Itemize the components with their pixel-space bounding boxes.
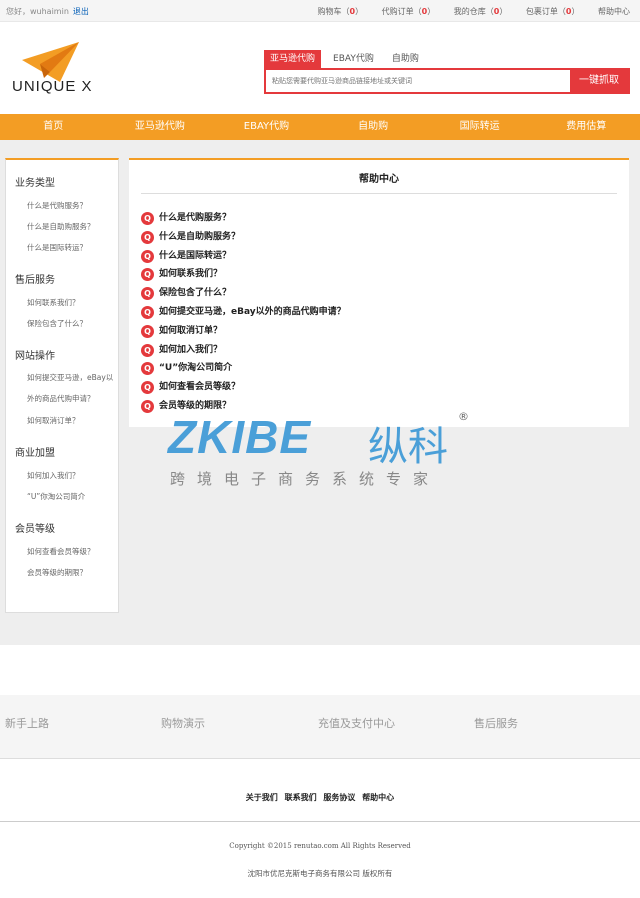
- company-name: 沈阳市优尼克斯电子商务有限公司 版权所有: [247, 869, 393, 878]
- terms-link[interactable]: 服务协议: [323, 793, 355, 802]
- sidebar-link[interactable]: 什么是代购服务？: [15, 200, 118, 211]
- sidebar-link[interactable]: 什么是自助购服务？: [15, 221, 118, 232]
- logo[interactable]: UNIQUE X: [12, 42, 102, 102]
- footer-col-payment[interactable]: 充值及支付中心: [318, 715, 395, 731]
- sidebar-link[interactable]: 如何查看会员等级？: [15, 546, 118, 557]
- watermark-cn: 纵科: [368, 424, 448, 470]
- question-search-icon: Q: [141, 249, 154, 263]
- nav-forwarding[interactable]: 国际转运: [426, 114, 533, 140]
- faq-item[interactable]: Q 如何查看会员等级？: [141, 381, 346, 400]
- about-link[interactable]: 关于我们: [246, 793, 278, 802]
- faq-item[interactable]: Q 什么是自助购服务？: [141, 230, 346, 250]
- top-links: 购物车（0） 代购订单（0） 我的仓库（0） 包裹订单（0） 帮助中心: [302, 6, 631, 17]
- tab-ebay[interactable]: EBAY代购: [327, 50, 380, 68]
- sidebar-group-site-ops: 网站操作 如何提交亚马逊，eBay以外的商品代购申请？ 如何取消订单？: [6, 347, 118, 426]
- greeting-text: 您好，wuhaimin: [6, 7, 69, 16]
- purchase-orders-link[interactable]: 代购订单（0）: [382, 7, 436, 16]
- faq-item[interactable]: Q 什么是国际转运？: [141, 249, 346, 269]
- registered-mark: ®: [458, 410, 469, 423]
- question-search-icon: Q: [141, 324, 154, 338]
- tab-self-purchase[interactable]: 自助购: [386, 50, 425, 68]
- faq-item[interactable]: Q “U”你淘公司简介: [141, 362, 346, 381]
- help-content: 帮助中心 Q 什么是代购服务？ Q 什么是自助购服务？ Q 什么是国际转运？ Q 如何联…: [129, 158, 629, 427]
- sidebar-link[interactable]: 如何加入我们？: [15, 470, 118, 481]
- nav-home[interactable]: 首页: [0, 114, 107, 140]
- question-search-icon: Q: [141, 343, 154, 357]
- top-bar: 您好，wuhaimin 退出 购物车（0） 代购订单（0） 我的仓库（0） 包裹订…: [0, 0, 640, 22]
- sidebar-title: 网站操作: [15, 351, 55, 362]
- question-search-icon: Q: [141, 362, 154, 376]
- footer-divider: [0, 821, 640, 822]
- faq-list: Q 什么是代购服务？ Q 什么是自助购服务？ Q 什么是国际转运？ Q 如何联系我们？ …: [141, 212, 346, 419]
- sidebar-link[interactable]: 如何联系我们？: [15, 297, 118, 308]
- question-search-icon: Q: [141, 399, 154, 413]
- greeting: 您好，wuhaimin 退出: [6, 6, 89, 17]
- faq-item[interactable]: Q 如何取消订单？: [141, 324, 346, 344]
- paper-plane-icon: [22, 42, 79, 82]
- search-input[interactable]: [266, 70, 570, 92]
- logout-link[interactable]: 退出: [73, 7, 89, 16]
- help-center-link[interactable]: 帮助中心: [598, 7, 630, 16]
- sidebar-title: 售后服务: [15, 275, 55, 286]
- sidebar-group-franchise: 商业加盟 如何加入我们？ “U”你淘公司简介: [6, 444, 118, 502]
- nav-self-purchase[interactable]: 自助购: [320, 114, 427, 140]
- header: UNIQUE X 亚马逊代购 EBAY代购 自助购 一键抓取: [0, 22, 640, 114]
- search-tabs: 亚马逊代购 EBAY代购 自助购: [264, 50, 431, 68]
- nav-amazon[interactable]: 亚马逊代购: [107, 114, 214, 140]
- question-search-icon: Q: [141, 305, 154, 319]
- question-search-icon: Q: [141, 287, 154, 301]
- faq-item[interactable]: Q 如何加入我们？: [141, 343, 346, 363]
- faq-item[interactable]: Q 保险包含了什么？: [141, 287, 346, 306]
- sidebar-group-after-sales: 售后服务 如何联系我们？ 保险包含了什么？: [6, 271, 118, 329]
- watermark-brand: ZKIBE: [168, 411, 311, 463]
- question-search-icon: Q: [141, 381, 154, 395]
- faq-item[interactable]: Q 如何联系我们？: [141, 268, 346, 287]
- footer-columns: 新手上路 购物演示 充值及支付中心 售后服务: [0, 695, 640, 759]
- sidebar-title: 业务类型: [15, 178, 55, 189]
- nav-cost-estimate[interactable]: 费用估算: [533, 114, 640, 140]
- watermark: ZKIBE 纵科 ® 跨境电子商务系统专家: [168, 410, 478, 495]
- faq-item[interactable]: Q 什么是代购服务？: [141, 212, 346, 231]
- sidebar-link[interactable]: 什么是国际转运？: [15, 242, 118, 253]
- warehouse-link[interactable]: 我的仓库（0）: [454, 7, 508, 16]
- sidebar-title: 会员等级: [15, 524, 55, 535]
- copyright: Copyright ©2015 renutao.com All Rights R…: [229, 842, 411, 850]
- question-search-icon: Q: [141, 212, 154, 225]
- sidebar-link[interactable]: 如何取消订单？: [15, 415, 118, 426]
- footer-col-newbie[interactable]: 新手上路: [5, 715, 49, 731]
- bottom-links: 关于我们 联系我们 服务协议 帮助中心: [0, 792, 640, 803]
- logo-text: UNIQUE X: [12, 78, 93, 95]
- watermark-slogan: 跨境电子商务系统专家: [170, 470, 441, 488]
- sidebar-link[interactable]: 会员等级的期限？: [15, 567, 118, 578]
- package-orders-link[interactable]: 包裹订单（0）: [526, 7, 580, 16]
- cart-link[interactable]: 购物车（0）: [318, 7, 364, 16]
- contact-link[interactable]: 联系我们: [285, 793, 317, 802]
- sidebar-link[interactable]: 如何提交亚马逊，eBay以外的商品代购申请？: [15, 367, 118, 409]
- help-link[interactable]: 帮助中心: [362, 793, 394, 802]
- page-title: 帮助中心: [141, 160, 617, 194]
- sidebar-title: 商业加盟: [15, 448, 55, 459]
- sidebar-link[interactable]: 保险包含了什么？: [15, 318, 118, 329]
- question-search-icon: Q: [141, 268, 154, 282]
- faq-item[interactable]: Q 如何提交亚马逊，eBay以外的商品代购申请？: [141, 305, 346, 325]
- nav-ebay[interactable]: EBAY代购: [213, 114, 320, 140]
- sidebar-group-business: 业务类型 什么是代购服务？ 什么是自助购服务？ 什么是国际转运？: [6, 174, 118, 253]
- sidebar-link[interactable]: “U”你淘公司简介: [15, 491, 118, 502]
- tab-amazon[interactable]: 亚马逊代购: [264, 50, 322, 68]
- help-sidebar: 业务类型 什么是代购服务？ 什么是自助购服务？ 什么是国际转运？ 售后服务 如何…: [5, 158, 119, 613]
- footer-col-after-sales[interactable]: 售后服务: [474, 715, 518, 731]
- footer-col-demo[interactable]: 购物演示: [161, 715, 205, 731]
- question-search-icon: Q: [141, 230, 154, 244]
- main-nav: 首页 亚马逊代购 EBAY代购 自助购 国际转运 费用估算: [0, 114, 640, 140]
- sidebar-group-membership: 会员等级 如何查看会员等级？ 会员等级的期限？: [6, 520, 118, 578]
- fetch-button[interactable]: 一键抓取: [570, 70, 628, 92]
- search-box: 一键抓取: [264, 68, 630, 94]
